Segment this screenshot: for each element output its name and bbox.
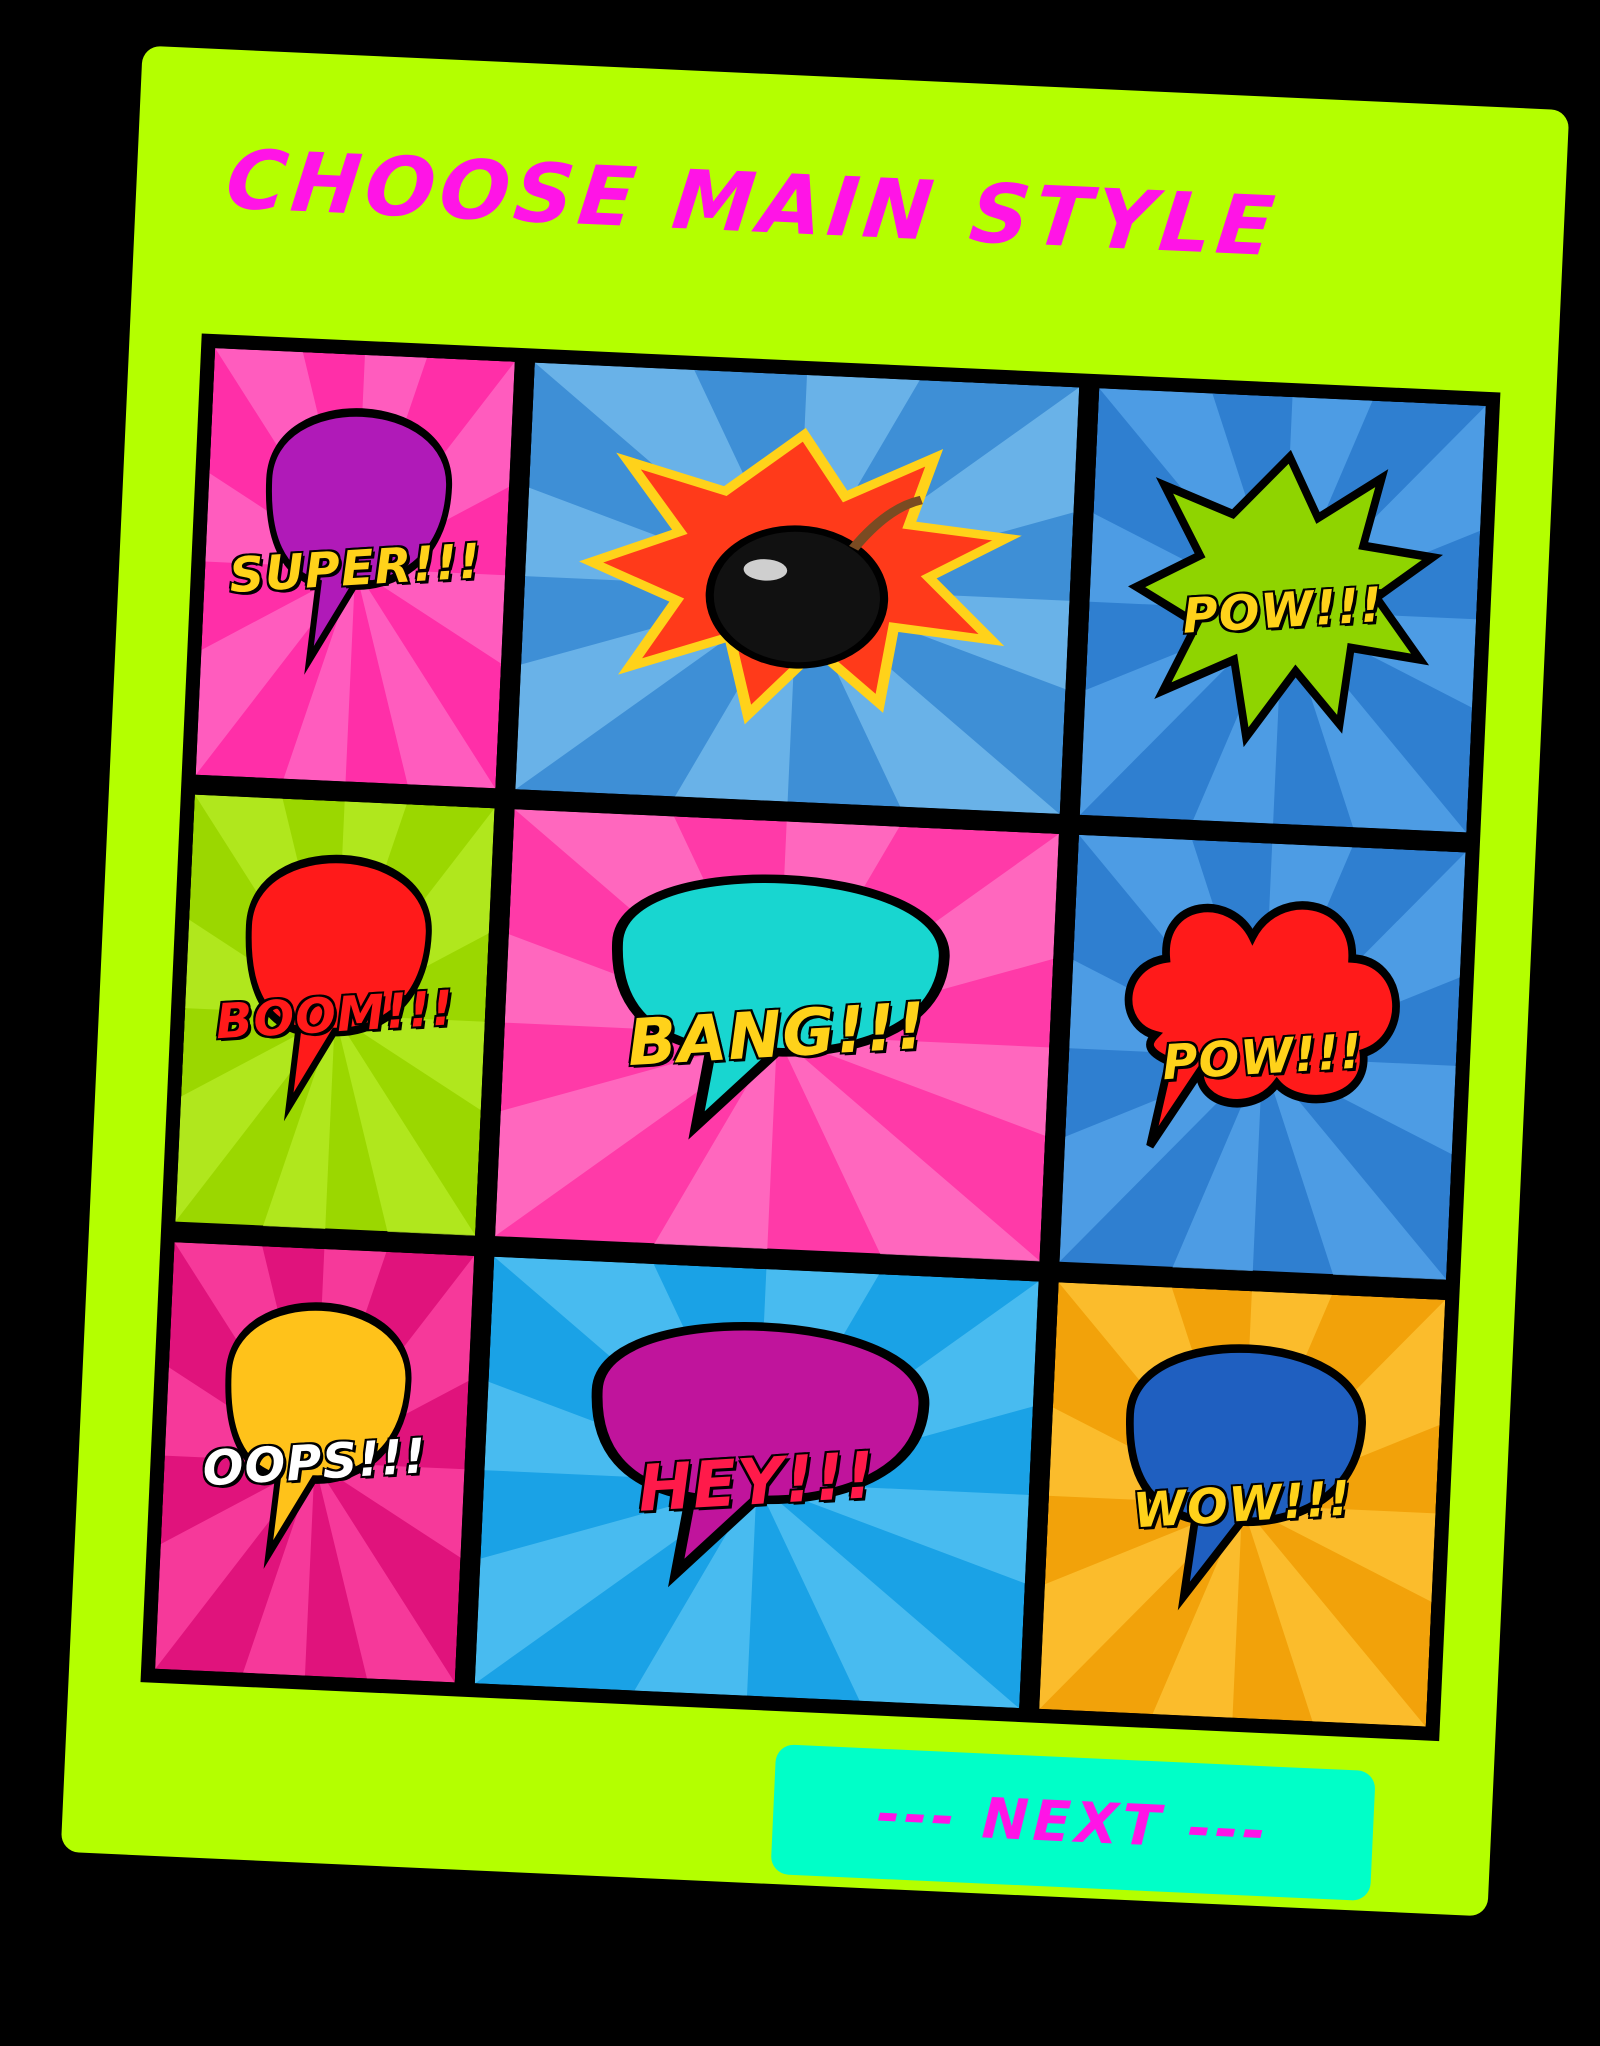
panel-word: SUPER!!! [227, 532, 483, 604]
style-option-hey[interactable]: HEY!!! [474, 1256, 1039, 1709]
style-option-super[interactable]: SUPER!!! [195, 348, 515, 789]
style-card: CHOOSE MAIN STYLE SUPER!!! POW!!! BOOM!!… [60, 45, 1570, 1917]
style-option-bang[interactable]: BANG!!! [495, 809, 1059, 1262]
panel-word: OOPS!!! [201, 1427, 429, 1497]
next-button[interactable]: --- NEXT --- [770, 1744, 1376, 1902]
screen: CHOOSE MAIN STYLE SUPER!!! POW!!! BOOM!!… [0, 0, 1600, 2046]
panel-word: POW!!! [1180, 576, 1385, 645]
panel-word: BOOM!!! [214, 980, 456, 1051]
style-option-boom[interactable]: BOOM!!! [175, 795, 495, 1236]
style-option-pow-splash[interactable]: POW!!! [1079, 388, 1486, 833]
next-button-label: --- NEXT --- [875, 1781, 1271, 1864]
panel-word: HEY!!! [636, 1438, 878, 1527]
style-option-bomb[interactable] [515, 362, 1080, 815]
style-grid: SUPER!!! POW!!! BOOM!!! BANG!!! POW!!! O… [140, 333, 1501, 1742]
style-option-wow[interactable]: WOW!!! [1039, 1282, 1446, 1727]
panel-word: BANG!!! [625, 989, 929, 1082]
style-option-pow-cloud[interactable]: POW!!! [1059, 835, 1466, 1280]
panel-word: WOW!!! [1131, 1469, 1353, 1539]
page-title: CHOOSE MAIN STYLE [221, 132, 1284, 276]
panel-art [515, 362, 1080, 815]
style-option-oops[interactable]: OOPS!!! [155, 1241, 475, 1683]
panel-word: POW!!! [1160, 1023, 1365, 1092]
